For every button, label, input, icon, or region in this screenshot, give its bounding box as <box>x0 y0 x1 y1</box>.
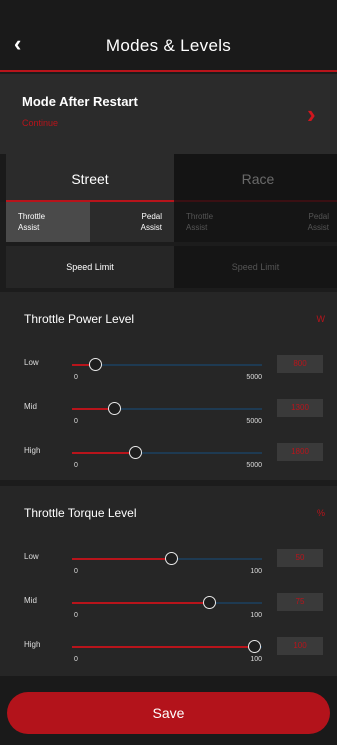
slider-thumb[interactable] <box>128 446 142 459</box>
slider-min: 0 <box>74 568 78 575</box>
power-low-row: Low 0 5000 800 <box>0 352 337 392</box>
assist-label-line2: Assist <box>18 223 40 232</box>
torque-mid-row: Mid 0 100 75 <box>0 590 337 630</box>
assist-label-line1: Throttle <box>186 212 214 221</box>
street-pedal-assist-button[interactable]: Pedal Assist <box>90 202 174 242</box>
torque-mid-value-input[interactable]: 75 <box>277 593 323 611</box>
slider-min: 0 <box>74 462 78 469</box>
slider-thumb[interactable] <box>107 402 121 415</box>
slider-min: 0 <box>74 612 78 619</box>
slider-fill <box>72 646 255 648</box>
torque-low-value-input[interactable]: 50 <box>277 549 323 567</box>
slider-fill <box>72 452 135 454</box>
throttle-torque-unit: % <box>316 508 325 518</box>
torque-low-slider[interactable] <box>72 552 262 565</box>
power-low-value-input[interactable]: 800 <box>277 355 323 373</box>
slider-min: 0 <box>74 656 78 663</box>
level-label: Mid <box>24 596 37 605</box>
level-label: High <box>24 446 41 455</box>
throttle-power-title: Throttle Power Level <box>24 312 135 326</box>
assist-label-line1: Pedal <box>141 212 162 221</box>
level-label: Low <box>24 552 39 561</box>
mode-tabs: Street Race <box>0 154 337 202</box>
throttle-torque-panel: Throttle Torque Level % Low 0 100 50 Mid… <box>0 486 337 676</box>
mode-after-restart-value: Continue <box>22 118 59 128</box>
power-mid-slider[interactable] <box>72 402 262 415</box>
tab-street[interactable]: Street <box>6 154 174 202</box>
power-high-slider[interactable] <box>72 446 262 459</box>
slider-thumb[interactable] <box>248 640 262 653</box>
slider-thumb[interactable] <box>88 358 102 371</box>
footer-bar: Save <box>0 676 337 745</box>
mode-after-restart-row[interactable]: Mode After Restart Continue › <box>0 74 337 154</box>
assist-options: Throttle Assist Pedal Assist Throttle As… <box>0 202 337 242</box>
slider-max: 100 <box>250 612 262 619</box>
top-bar: ‹ Modes & Levels <box>0 0 337 72</box>
torque-mid-slider[interactable] <box>72 596 262 609</box>
assist-label-line2: Assist <box>140 223 162 232</box>
power-high-row: High 0 5000 1800 <box>0 440 337 480</box>
power-mid-row: Mid 0 5000 1300 <box>0 396 337 436</box>
slider-max: 100 <box>250 656 262 663</box>
street-throttle-assist-button[interactable]: Throttle Assist <box>6 202 90 242</box>
assist-label-line2: Assist <box>307 223 329 232</box>
torque-high-value-input[interactable]: 100 <box>277 637 323 655</box>
power-low-slider[interactable] <box>72 358 262 371</box>
race-speed-limit-button[interactable]: Speed Limit <box>174 246 337 288</box>
assist-label-line1: Throttle <box>18 212 46 221</box>
assist-label-line1: Pedal <box>308 212 329 221</box>
level-label: Low <box>24 358 39 367</box>
chevron-right-icon: › <box>307 99 316 129</box>
power-high-value-input[interactable]: 1800 <box>277 443 323 461</box>
torque-high-slider[interactable] <box>72 640 262 653</box>
throttle-power-unit: W <box>316 314 326 324</box>
mode-after-restart-title: Mode After Restart <box>22 94 138 109</box>
slider-fill <box>72 602 209 604</box>
throttle-power-panel: Throttle Power Level W Low 0 5000 800 Mi… <box>0 292 337 480</box>
slider-max: 100 <box>250 568 262 575</box>
slider-max: 5000 <box>246 418 262 425</box>
race-pedal-assist-button[interactable]: Pedal Assist <box>258 202 337 242</box>
slider-thumb[interactable] <box>164 552 178 565</box>
throttle-torque-title: Throttle Torque Level <box>24 506 137 520</box>
slider-thumb[interactable] <box>202 596 216 609</box>
tab-race[interactable]: Race <box>174 154 337 202</box>
slider-fill <box>72 558 171 560</box>
slider-min: 0 <box>74 374 78 381</box>
slider-max: 5000 <box>246 374 262 381</box>
save-button[interactable]: Save <box>7 692 330 734</box>
torque-high-row: High 0 100 100 <box>0 634 337 674</box>
torque-low-row: Low 0 100 50 <box>0 546 337 586</box>
slider-max: 5000 <box>246 462 262 469</box>
speed-limit-options: Speed Limit Speed Limit <box>0 246 337 288</box>
page-title: Modes & Levels <box>105 36 232 55</box>
assist-label-line2: Assist <box>186 223 208 232</box>
level-label: High <box>24 640 41 649</box>
power-mid-value-input[interactable]: 1300 <box>277 399 323 417</box>
level-label: Mid <box>24 402 37 411</box>
race-throttle-assist-button[interactable]: Throttle Assist <box>174 202 258 242</box>
slider-min: 0 <box>74 418 78 425</box>
street-speed-limit-button[interactable]: Speed Limit <box>6 246 174 288</box>
